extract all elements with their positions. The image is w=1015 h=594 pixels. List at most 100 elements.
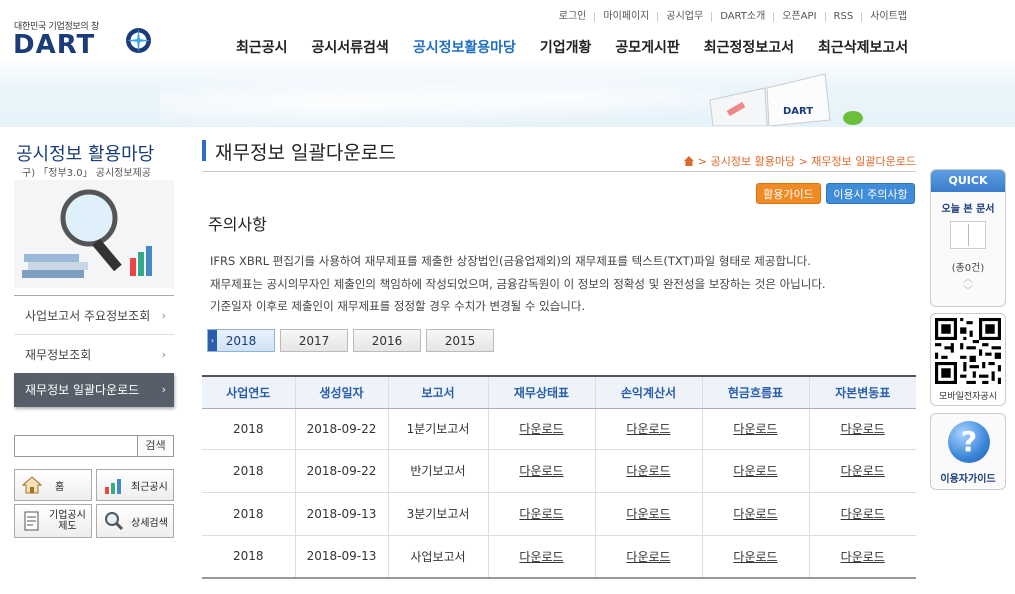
- cell-year: 2018: [202, 535, 295, 579]
- recently-viewed-count: (총0건): [951, 263, 985, 274]
- cell-year: 2018: [202, 408, 295, 450]
- download-link[interactable]: 다운로드: [733, 507, 777, 521]
- lnb-search-input[interactable]: [14, 435, 138, 457]
- util-login-link[interactable]: 로그인: [551, 12, 595, 22]
- open-book-icon: [950, 221, 986, 249]
- year-tab-2016[interactable]: 2016: [353, 329, 421, 352]
- chevron-right-icon: ›: [161, 309, 166, 322]
- cell-year: 2018: [202, 492, 295, 536]
- user-guide-button[interactable]: ? 이용자가이드: [930, 413, 1006, 490]
- download-link[interactable]: 다운로드: [841, 464, 885, 478]
- table-row: 2018 2018-09-13 사업보고서 다운로드 다운로드 다운로드 다운로…: [202, 535, 916, 579]
- cell-created: 2018-09-22: [294, 408, 388, 450]
- gnb-offering-board[interactable]: 공모게시판: [615, 37, 679, 57]
- download-link[interactable]: 다운로드: [626, 464, 670, 478]
- col-header-created: 생성일자: [294, 375, 388, 409]
- col-header-cash-flow: 현금흐름표: [701, 375, 809, 409]
- global-nav: 최근공시 공시서류검색 공시정보활용마당 기업개황 공모게시판 최근정정보고서 …: [236, 37, 932, 57]
- quick-system-button[interactable]: 기업공시 제도: [14, 504, 92, 538]
- download-link[interactable]: 다운로드: [733, 464, 777, 478]
- download-link[interactable]: 다운로드: [519, 507, 563, 521]
- page-title: 재무정보 일괄다운로드: [215, 142, 396, 164]
- usage-caution-button[interactable]: 이용시 주의사항: [826, 183, 915, 204]
- usage-guide-button[interactable]: 활용가이드: [756, 183, 821, 204]
- cell-report: 3분기보고서: [387, 492, 488, 536]
- lnb-item-label: 재무정보조회: [25, 348, 92, 362]
- quick-detail-search-button[interactable]: 상세검색: [96, 504, 174, 538]
- chevron-right-icon: ›: [208, 330, 217, 351]
- bar-chart-icon: [105, 479, 121, 494]
- gnb-document-search[interactable]: 공시서류검색: [312, 37, 389, 57]
- cell-created: 2018-09-13: [294, 535, 388, 579]
- download-link[interactable]: 다운로드: [841, 550, 885, 564]
- quick-home-button[interactable]: 홈: [14, 469, 92, 501]
- lnb-item-bulk-download[interactable]: 재무정보 일괄다운로드 ›: [14, 373, 174, 407]
- gnb-recent-deletions[interactable]: 최근삭제보고서: [818, 37, 908, 57]
- header: 대한민국 기업정보의 창 DART 로그인 마이페이지 공시업무 DART소개 …: [0, 0, 1015, 127]
- col-header-equity-changes: 자본변동표: [808, 375, 916, 409]
- quick-recent-button[interactable]: 최근공시: [96, 469, 174, 501]
- lnb-subtitle: 구) 「정부3.0」 공시정보제공: [22, 168, 151, 179]
- lnb-title: 공시정보 활용마당: [16, 144, 155, 165]
- download-link[interactable]: 다운로드: [519, 550, 563, 564]
- util-rss-link[interactable]: RSS: [824, 12, 862, 22]
- year-tab-2015[interactable]: 2015: [426, 329, 494, 352]
- qr-code-icon: [935, 318, 1001, 384]
- breadcrumb: > 공시정보 활용마당 > 재무정보 일괄다운로드: [683, 153, 916, 169]
- year-tab-label: 2018: [225, 334, 257, 348]
- cell-report: 사업보고서: [387, 535, 488, 579]
- title-accent-bar: [202, 140, 206, 161]
- cell-year: 2018: [202, 449, 295, 493]
- year-tab-label: 2016: [371, 334, 403, 348]
- lnb-item-financial-info[interactable]: 재무정보조회 ›: [14, 336, 174, 374]
- download-link[interactable]: 다운로드: [626, 550, 670, 564]
- gnb-company-overview[interactable]: 기업개황: [540, 37, 592, 57]
- util-mypage-link[interactable]: 마이페이지: [594, 12, 657, 22]
- quick-menu-title: QUICK: [931, 170, 1005, 192]
- dart-logo[interactable]: DART: [13, 30, 95, 60]
- breadcrumb-path[interactable]: > 공시정보 활용마당 > 재무정보 일괄다운로드: [698, 155, 916, 168]
- logo-compass-icon: [126, 28, 151, 53]
- quick-system-label: 기업공시 제도: [49, 510, 86, 532]
- download-link[interactable]: 다운로드: [626, 507, 670, 521]
- util-openapi-link[interactable]: 오픈API: [773, 12, 824, 22]
- download-table: 사업연도 생성일자 보고서 재무상태표 손익계산서 현금흐름표 자본변동표 20…: [202, 375, 916, 579]
- mobile-disclosure-qr[interactable]: 모바일전자공시: [930, 313, 1006, 406]
- question-mark-icon: ?: [948, 421, 990, 463]
- lnb-item-label: 재무정보 일괄다운로드: [25, 383, 140, 397]
- book-illustration-icon: DART: [709, 73, 831, 126]
- home-icon[interactable]: [683, 156, 694, 166]
- gnb-info-utilization[interactable]: 공시정보활용마당: [413, 37, 516, 57]
- gnb-recent-disclosure[interactable]: 최근공시: [236, 37, 288, 57]
- magnifier-icon: [105, 512, 124, 531]
- lnb-item-business-report[interactable]: 사업보고서 주요정보조회 ›: [14, 297, 174, 335]
- year-tab-label: 2015: [444, 334, 476, 348]
- year-tab-2017[interactable]: 2017: [280, 329, 348, 352]
- lnb-search-button[interactable]: 검색: [138, 435, 174, 457]
- gnb-recent-corrections[interactable]: 최근정정보고서: [704, 37, 794, 57]
- table-row: 2018 2018-09-22 1분기보고서 다운로드 다운로드 다운로드 다운…: [202, 408, 916, 450]
- chevron-right-icon: ›: [161, 348, 166, 361]
- util-sitemap-link[interactable]: 사이트맵: [861, 12, 915, 22]
- leaf-icon: [843, 111, 863, 125]
- util-disclosure-link[interactable]: 공시업무: [657, 12, 711, 22]
- table-row: 2018 2018-09-13 3분기보고서 다운로드 다운로드 다운로드 다운…: [202, 492, 916, 536]
- download-link[interactable]: 다운로드: [626, 422, 670, 436]
- download-link[interactable]: 다운로드: [519, 422, 563, 436]
- chevron-down-icon[interactable]: ﹀: [931, 286, 1005, 298]
- download-link[interactable]: 다운로드: [519, 464, 563, 478]
- download-link[interactable]: 다운로드: [733, 550, 777, 564]
- util-about-link[interactable]: DART소개: [711, 12, 773, 22]
- house-icon: [21, 476, 43, 494]
- download-link[interactable]: 다운로드: [733, 422, 777, 436]
- document-icon: [24, 511, 39, 531]
- year-tab-2018[interactable]: › 2018: [207, 329, 275, 352]
- user-guide-label: 이용자가이드: [940, 474, 996, 485]
- download-link[interactable]: 다운로드: [841, 422, 885, 436]
- quick-detail-search-label: 상세검색: [131, 517, 168, 529]
- download-link[interactable]: 다운로드: [841, 507, 885, 521]
- chevron-up-icon[interactable]: ︿: [931, 274, 1005, 286]
- col-header-balance-sheet: 재무상태표: [487, 375, 595, 409]
- magnifier-books-illustration-icon: [14, 180, 174, 288]
- notice-heading: 주의사항: [208, 215, 267, 234]
